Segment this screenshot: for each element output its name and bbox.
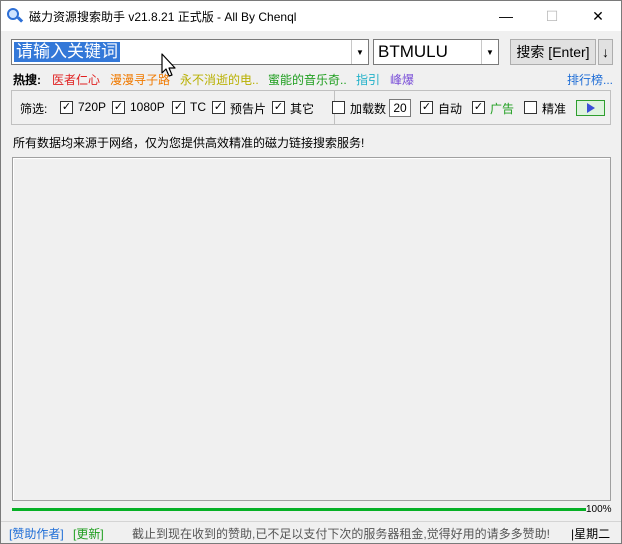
dropdown-arrow-icon: ▼ [486,47,494,57]
start-button[interactable] [576,100,605,116]
play-icon [586,103,595,113]
ads-label[interactable]: 广告 [490,100,514,117]
hot-search-label: 热搜: [13,73,41,87]
ads-checkbox[interactable]: ✓ [472,101,485,114]
load-count-checkbox[interactable] [332,101,345,114]
close-icon: ✕ [592,7,604,24]
keyword-combobox[interactable]: 请输入关键词 ▼ [11,39,369,65]
close-button[interactable]: ✕ [575,1,621,31]
hot-search-link[interactable]: 峰爆 [390,71,414,88]
filter-tc-checkbox[interactable]: ✓ [172,101,185,114]
keyword-dropdown-button[interactable]: ▼ [351,40,368,64]
minimize-icon: — [499,8,513,24]
progress-bar [12,508,586,511]
maximize-button: ☐ [529,1,575,31]
filter-group: 筛选: ✓ 720P ✓ 1080P ✓ TC ✓ 预告片 ✓ 其它 加载数 2… [11,90,611,125]
app-window: 磁力资源搜索助手 v21.8.21 正式版 - All By Chenql — … [0,0,622,544]
hot-search-link[interactable]: 永不消逝的电.. [180,71,259,88]
sort-button[interactable]: ↓ [598,39,613,65]
filter-other-label[interactable]: 其它 [290,100,314,117]
site-select-value: BTMULU [378,42,448,61]
keyword-input[interactable]: 请输入关键词 [14,42,120,62]
hot-search-link[interactable]: 蜜能的音乐奇.. [268,71,347,88]
filter-720p-label[interactable]: 720P [78,100,106,114]
precise-checkbox[interactable] [524,101,537,114]
magnifier-app-icon [7,8,24,24]
filter-trailer-checkbox[interactable]: ✓ [212,101,225,114]
filter-other-checkbox[interactable]: ✓ [272,101,285,114]
filter-720p-checkbox[interactable]: ✓ [60,101,73,114]
maximize-icon: ☐ [545,7,559,24]
site-dropdown-button[interactable]: ▼ [481,40,498,64]
ranking-link[interactable]: 排行榜... [567,71,613,88]
filter-1080p-checkbox[interactable]: ✓ [112,101,125,114]
site-select[interactable]: BTMULU ▼ [373,39,499,65]
progress-fill [12,508,586,511]
weekday-text: |星期二 [571,527,611,541]
search-button[interactable]: 搜索 [Enter] [510,39,596,65]
status-bar: [赞助作者] [更新] 截止到现在收到的赞助,已不足以支付下次的服务器租金,觉得… [1,521,621,543]
filter-trailer-label[interactable]: 预告片 [230,100,266,117]
hot-search-link[interactable]: 医者仁心 [52,71,100,88]
hot-search-link[interactable]: 指引 [356,71,380,88]
disclaimer-text: 所有数据均来源于网络，仅为您提供高效精准的磁力链接搜索服务! [13,136,365,150]
window-title: 磁力资源搜索助手 v21.8.21 正式版 - All By Chenql [29,9,297,24]
results-list[interactable] [12,157,611,501]
filter-tc-label[interactable]: TC [190,100,206,114]
filter-label: 筛选: [20,102,48,116]
sponsor-link[interactable]: [赞助作者] [9,525,64,542]
update-link[interactable]: [更新] [73,525,104,542]
hot-search-link[interactable]: 漫漫寻子路 [110,71,170,88]
progress-percent: 100% [586,504,612,515]
minimize-button[interactable]: — [483,1,529,31]
load-count-label[interactable]: 加载数 [350,100,386,117]
dropdown-arrow-icon: ▼ [356,47,364,57]
auto-checkbox[interactable]: ✓ [420,101,433,114]
filter-1080p-label[interactable]: 1080P [130,100,165,114]
load-count-input[interactable]: 20 [389,99,411,117]
status-message: 截止到现在收到的赞助,已不足以支付下次的服务器租金,觉得好用的请多多赞助! [132,527,551,541]
precise-label[interactable]: 精准 [542,100,566,117]
auto-label[interactable]: 自动 [438,100,462,117]
title-bar[interactable]: 磁力资源搜索助手 v21.8.21 正式版 - All By Chenql — … [1,1,621,31]
